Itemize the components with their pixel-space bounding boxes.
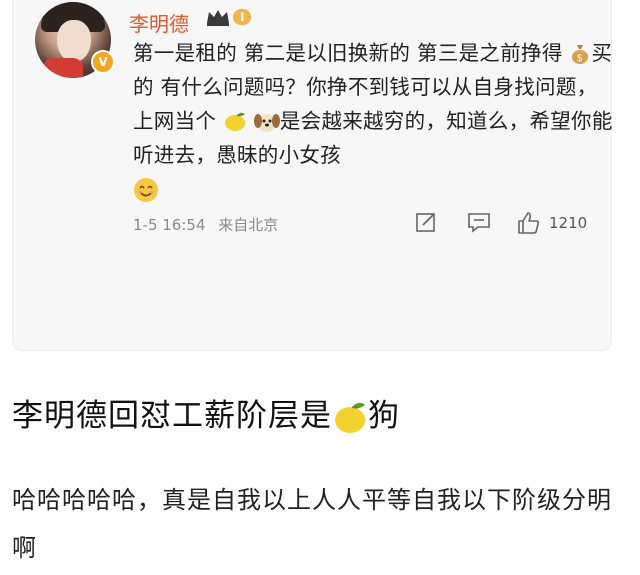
thumbs-up-icon [518, 212, 540, 234]
username[interactable]: 李明德 [129, 8, 189, 37]
headline-text: 李明德回怼工薪阶层是 [12, 398, 332, 434]
money-bag-icon: $ [572, 45, 589, 64]
dog-icon [253, 114, 280, 132]
article-headline: 李明德回怼工薪阶层是 狗 [12, 390, 400, 436]
level-badge: I [205, 5, 252, 29]
comment-text: 第一是租的 第二是以旧换新的 第三是之前挣得 $ 买的 有什么问题吗？你挣不到钱… [133, 36, 613, 206]
comment-button[interactable] [467, 211, 491, 233]
share-icon [416, 213, 435, 232]
verified-badge: V [91, 50, 115, 74]
comment-segment: 第一是租的 第二是以旧换新的 第三是之前挣得 [133, 41, 563, 65]
headline-suffix: 狗 [368, 398, 400, 434]
lemon-icon [335, 402, 365, 433]
comment-card: V 李明德 I 第一是租的 第二是以旧换新的 第三是之前挣得 $ 买的 有什么问… [12, 0, 612, 351]
article-body: 哈哈哈哈哈，真是自我以上人人平等自我以下阶级分明啊 [12, 486, 612, 562]
comment-location: 来自北京 [218, 216, 279, 234]
level-number: I [233, 9, 252, 25]
lemon-icon [225, 112, 246, 131]
comment-icon [468, 213, 490, 233]
crown-icon [207, 10, 229, 26]
svg-text:$: $ [577, 53, 584, 64]
like-count: 1210 [549, 214, 588, 232]
share-button[interactable] [415, 211, 437, 233]
comment-date: 1-5 16:54 [133, 216, 206, 234]
comment-meta: 1-5 16:54 来自北京 [133, 214, 286, 235]
smile-icon [134, 178, 158, 202]
like-button[interactable]: 1210 [517, 211, 587, 235]
